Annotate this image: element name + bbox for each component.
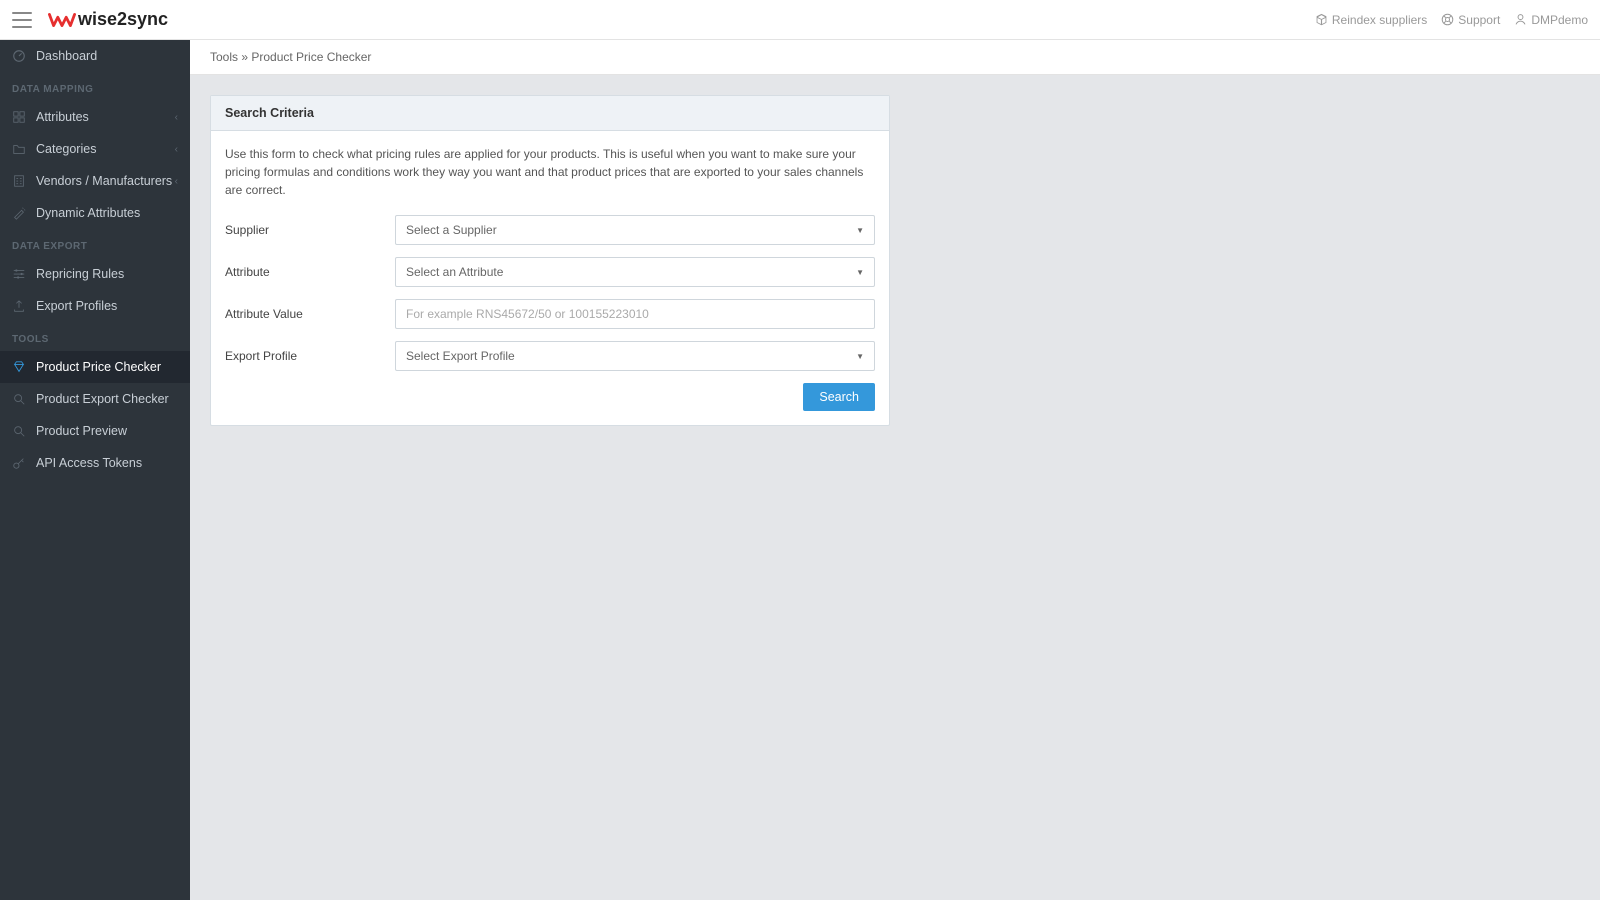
grid-icon: [12, 110, 26, 124]
top-header: wise2sync Reindex suppliers Support DMPd…: [0, 0, 1600, 40]
app-name: wise2sync: [78, 9, 168, 30]
attribute-value-input[interactable]: [395, 299, 875, 329]
panel-description: Use this form to check what pricing rule…: [225, 145, 875, 199]
breadcrumb-current: Product Price Checker: [251, 50, 371, 64]
main-area: Tools » Product Price Checker Search Cri…: [190, 40, 1600, 900]
sidebar-item-label: Product Export Checker: [36, 392, 169, 406]
sidebar: Dashboard DATA MAPPING Attributes ‹ Cate…: [0, 40, 190, 900]
search-criteria-panel: Search Criteria Use this form to check w…: [210, 95, 890, 426]
sidebar-item-categories[interactable]: Categories ‹: [0, 133, 190, 165]
select-placeholder: Select Export Profile: [406, 349, 515, 363]
building-icon: [12, 174, 26, 188]
sidebar-item-api-tokens[interactable]: API Access Tokens: [0, 447, 190, 479]
diamond-icon: [12, 360, 26, 374]
search-icon: [12, 424, 26, 438]
user-menu[interactable]: DMPdemo: [1514, 13, 1588, 27]
sidebar-item-label: Export Profiles: [36, 299, 117, 313]
sidebar-item-label: Product Preview: [36, 424, 127, 438]
export-icon: [12, 299, 26, 313]
sidebar-item-label: Attributes: [36, 110, 89, 124]
attribute-value-label: Attribute Value: [225, 307, 395, 321]
reindex-label: Reindex suppliers: [1332, 13, 1427, 27]
logo-icon: [48, 10, 76, 30]
app-logo[interactable]: wise2sync: [48, 9, 168, 30]
sidebar-item-label: Product Price Checker: [36, 360, 161, 374]
chevron-left-icon: ‹: [175, 176, 178, 187]
export-profile-label: Export Profile: [225, 349, 395, 363]
breadcrumb-separator: »: [238, 50, 251, 64]
sidebar-item-vendors[interactable]: Vendors / Manufacturers ‹: [0, 165, 190, 197]
support-link[interactable]: Support: [1441, 13, 1500, 27]
folder-icon: [12, 142, 26, 156]
attribute-select[interactable]: Select an Attribute ▼: [395, 257, 875, 287]
select-placeholder: Select a Supplier: [406, 223, 497, 237]
export-profile-select[interactable]: Select Export Profile ▼: [395, 341, 875, 371]
sidebar-item-product-preview[interactable]: Product Preview: [0, 415, 190, 447]
panel-title: Search Criteria: [211, 96, 889, 131]
select-placeholder: Select an Attribute: [406, 265, 503, 279]
key-icon: [12, 456, 26, 470]
sidebar-group-export: DATA EXPORT: [0, 229, 190, 258]
cube-icon: [1315, 13, 1328, 26]
sidebar-item-export-profiles[interactable]: Export Profiles: [0, 290, 190, 322]
reindex-suppliers-link[interactable]: Reindex suppliers: [1315, 13, 1427, 27]
chevron-down-icon: ▼: [856, 268, 864, 277]
sidebar-item-repricing[interactable]: Repricing Rules: [0, 258, 190, 290]
sliders-icon: [12, 267, 26, 281]
sidebar-item-export-checker[interactable]: Product Export Checker: [0, 383, 190, 415]
sidebar-item-label: Vendors / Manufacturers: [36, 174, 172, 188]
search-icon: [12, 392, 26, 406]
sidebar-item-dashboard[interactable]: Dashboard: [0, 40, 190, 72]
sidebar-item-attributes[interactable]: Attributes ‹: [0, 101, 190, 133]
lifebuoy-icon: [1441, 13, 1454, 26]
breadcrumb: Tools » Product Price Checker: [190, 40, 1600, 75]
sidebar-group-mapping: DATA MAPPING: [0, 72, 190, 101]
sidebar-item-label: Dashboard: [36, 49, 97, 63]
sidebar-item-price-checker[interactable]: Product Price Checker: [0, 351, 190, 383]
user-icon: [1514, 13, 1527, 26]
sidebar-item-dynamic-attributes[interactable]: Dynamic Attributes: [0, 197, 190, 229]
breadcrumb-parent[interactable]: Tools: [210, 50, 238, 64]
attribute-label: Attribute: [225, 265, 395, 279]
support-label: Support: [1458, 13, 1500, 27]
chevron-down-icon: ▼: [856, 352, 864, 361]
chevron-left-icon: ‹: [175, 112, 178, 123]
user-label: DMPdemo: [1531, 13, 1588, 27]
chevron-left-icon: ‹: [175, 144, 178, 155]
sidebar-item-label: API Access Tokens: [36, 456, 142, 470]
supplier-select[interactable]: Select a Supplier ▼: [395, 215, 875, 245]
sidebar-item-label: Repricing Rules: [36, 267, 124, 281]
sidebar-group-tools: TOOLS: [0, 322, 190, 351]
search-button[interactable]: Search: [803, 383, 875, 411]
supplier-label: Supplier: [225, 223, 395, 237]
sidebar-item-label: Categories: [36, 142, 96, 156]
chevron-down-icon: ▼: [856, 226, 864, 235]
menu-toggle-icon[interactable]: [12, 12, 32, 28]
sidebar-item-label: Dynamic Attributes: [36, 206, 140, 220]
dashboard-icon: [12, 49, 26, 63]
wand-icon: [12, 206, 26, 220]
